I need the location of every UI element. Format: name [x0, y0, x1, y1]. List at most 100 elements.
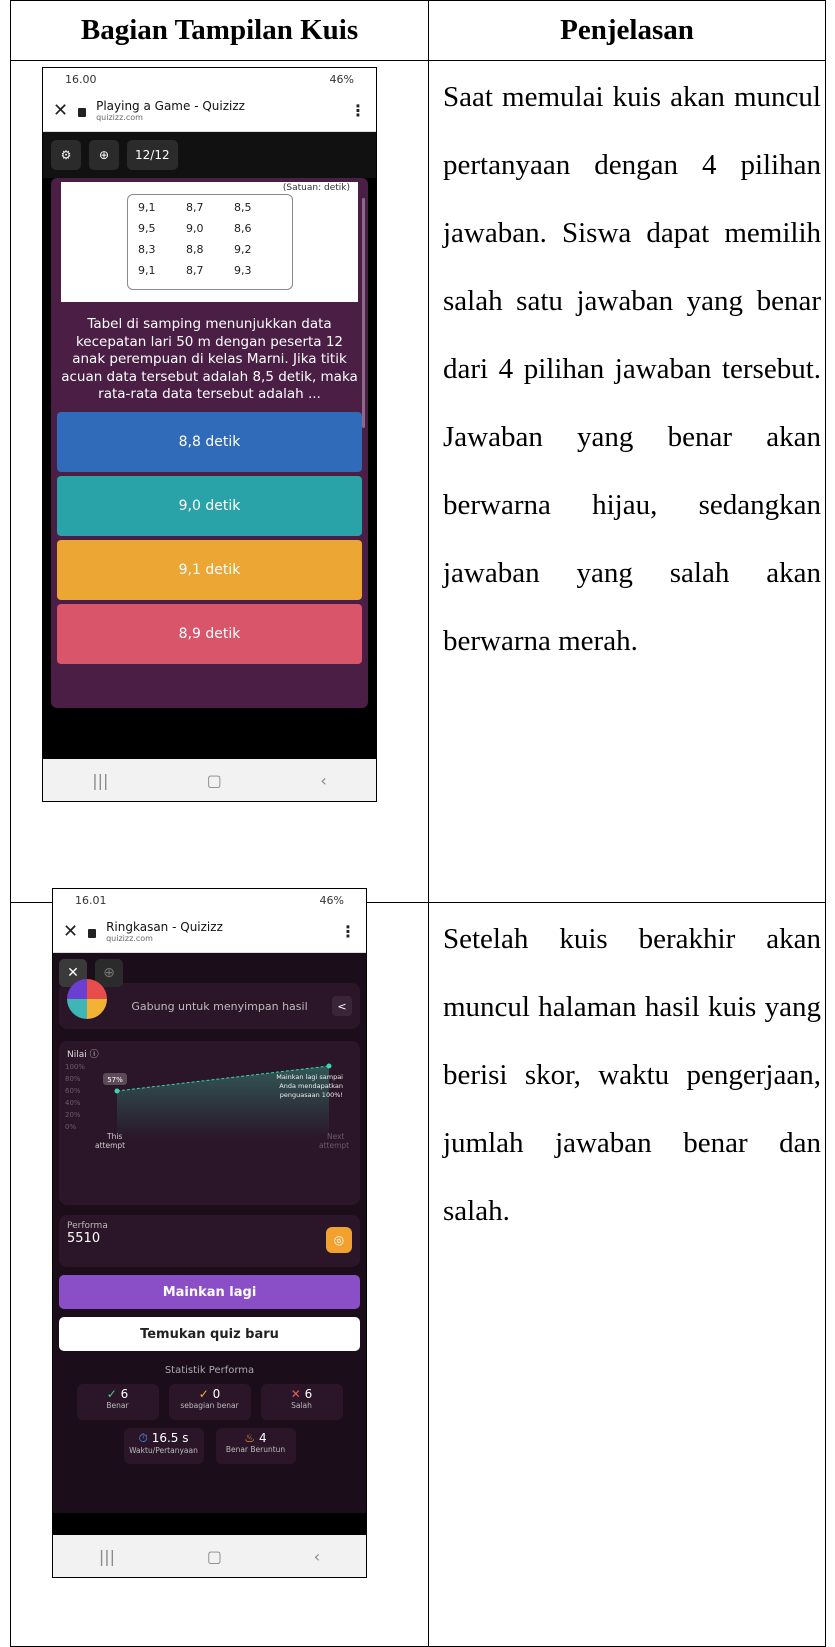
- header-left: Bagian Tampilan Kuis: [10, 0, 429, 61]
- join-text[interactable]: Gabung untuk menyimpan hasil: [117, 1000, 322, 1013]
- browser-url-bar: ✕ Playing a Game - Quizizz quizizz.com ⋮: [43, 90, 376, 132]
- question-text: Tabel di samping menunjukkan data kecepa…: [61, 316, 358, 402]
- back-icon[interactable]: ‹: [320, 771, 326, 790]
- check-icon: ✓: [198, 1387, 209, 1401]
- status-time: 16.01: [75, 893, 107, 907]
- page-url: quizizz.com: [106, 934, 153, 943]
- correct-value: 6: [120, 1387, 129, 1401]
- data-cell: 8,6: [234, 222, 252, 235]
- partial-value: 0: [212, 1387, 221, 1401]
- this-attempt-point: [114, 1088, 120, 1094]
- stat-partial: ✓ 0 sebagian benar: [168, 1384, 251, 1420]
- explanation-1: Saat memulai kuis akan muncul pertanyaan…: [443, 81, 821, 657]
- status-bar: 16.01 46%: [53, 889, 366, 911]
- flame-icon: ♨: [244, 1431, 256, 1445]
- avatar-logo: [67, 979, 107, 1019]
- data-cell: 9,0: [186, 222, 204, 235]
- data-cell: 9,5: [138, 222, 156, 235]
- data-cell: 8,3: [138, 243, 156, 256]
- y-tick: 80%: [65, 1075, 81, 1083]
- kebab-menu-icon[interactable]: ⋮: [350, 101, 366, 120]
- promo-line-2: Anda mendapatkan: [279, 1082, 343, 1090]
- find-quiz-button[interactable]: Temukan quiz baru: [59, 1317, 360, 1351]
- data-cell: 9,3: [234, 264, 252, 277]
- home-icon[interactable]: ▢: [207, 771, 222, 790]
- wrong-label: Salah: [291, 1401, 312, 1410]
- question-card: (Satuan: detik) 9,1 8,7 8,5 9,5 9,0 8,6 …: [51, 178, 368, 708]
- unit-note: (Satuan: detik): [282, 183, 350, 193]
- streak-label: Benar Beruntun: [225, 1445, 286, 1454]
- close-icon[interactable]: ✕: [53, 100, 68, 121]
- android-nav-bar: ||| ▢ ‹: [53, 1535, 366, 1577]
- data-cell: 9,1: [138, 264, 156, 277]
- y-tick: 20%: [65, 1111, 81, 1119]
- performa-label: Performa: [67, 1221, 108, 1231]
- question-counter: 12/12: [127, 140, 178, 170]
- browser-url-bar: ✕ Ringkasan - Quizizz quizizz.com ⋮: [53, 911, 366, 953]
- answer-list: 8,8 detik 9,0 detik 9,1 detik 8,9 detik: [57, 411, 362, 664]
- data-cell: 8,8: [186, 243, 204, 256]
- close-icon[interactable]: ✕: [63, 921, 78, 942]
- zoom-icon[interactable]: ⊕: [89, 140, 119, 170]
- stat-correct: ✓ 6 Benar: [76, 1384, 159, 1420]
- status-battery: 46%: [319, 893, 344, 907]
- scrollbar[interactable]: [362, 198, 365, 428]
- status-time: 16.00: [65, 72, 97, 86]
- score-chart-svg: 100% 80% 60% 40% 20% 0% 57% Mainkan lagi…: [65, 1063, 349, 1150]
- stat-time: ⏱ 16.5 s Waktu/Pertanyaan: [123, 1428, 204, 1464]
- x-label-next-attempt: attempt: [319, 1141, 349, 1150]
- wrong-value: 6: [304, 1387, 313, 1401]
- answer-option-2[interactable]: 9,0 detik: [57, 475, 362, 536]
- share-icon[interactable]: <: [332, 996, 352, 1016]
- lock-icon: [88, 928, 97, 938]
- data-table: 9,1 8,7 8,5 9,5 9,0 8,6 8,3 8,8 9,2 9,1 …: [127, 194, 293, 290]
- quiz-toolbar: ⚙ ⊕ 12/12: [43, 132, 376, 178]
- cross-icon: ✕: [290, 1387, 301, 1401]
- home-icon[interactable]: ▢: [207, 1547, 222, 1566]
- play-again-button[interactable]: Mainkan lagi: [59, 1275, 360, 1309]
- y-tick: 100%: [65, 1063, 85, 1071]
- status-battery: 46%: [329, 72, 354, 86]
- summary-body: ✕ ⊕ Gabung untuk menyimpan hasil < Nilai…: [53, 953, 366, 1513]
- kebab-menu-icon[interactable]: ⋮: [340, 922, 356, 941]
- answer-option-4[interactable]: 8,9 detik: [57, 603, 362, 664]
- answer-option-3[interactable]: 9,1 detik: [57, 539, 362, 600]
- status-bar: 16.00 46%: [43, 68, 376, 90]
- header-right: Penjelasan: [428, 0, 826, 61]
- time-label: Waktu/Pertanyaan: [129, 1446, 198, 1455]
- stats-title: Statistik Performa: [164, 1365, 255, 1376]
- data-cell: 8,5: [234, 201, 252, 214]
- performance-box: Performa 5510 ◎: [59, 1215, 360, 1267]
- stat-streak: ♨ 4 Benar Beruntun: [215, 1428, 296, 1464]
- answer-option-1[interactable]: 8,8 detik: [57, 411, 362, 472]
- lock-icon: [78, 107, 87, 117]
- x-label-next: Next: [327, 1132, 345, 1141]
- promo-line-3: penguasaan 100%!: [280, 1091, 343, 1099]
- data-cell: 8,7: [186, 264, 204, 277]
- data-cell: 9,2: [234, 243, 252, 256]
- y-tick: 40%: [65, 1099, 81, 1107]
- performa-value: 5510: [67, 1231, 101, 1246]
- correct-label: Benar: [106, 1401, 129, 1410]
- settings-gear-icon[interactable]: ⚙: [51, 140, 81, 170]
- page-url: quizizz.com: [96, 113, 143, 122]
- page-title: Ringkasan - Quizizz: [106, 920, 223, 934]
- promo-line-1: Mainkan lagi sampai: [276, 1073, 343, 1081]
- x-label-attempt: attempt: [95, 1141, 125, 1150]
- coins-icon: ◎: [326, 1227, 352, 1253]
- next-attempt-point: [326, 1063, 332, 1069]
- join-banner: Gabung untuk menyimpan hasil <: [59, 979, 360, 1029]
- back-icon[interactable]: ‹: [314, 1547, 320, 1566]
- x-label-this: This: [106, 1132, 122, 1141]
- recents-icon[interactable]: |||: [92, 771, 108, 790]
- explanation-2: Setelah kuis berakhir akan muncul halama…: [443, 923, 821, 1227]
- streak-value: 4: [258, 1431, 267, 1445]
- stats-row: ✓ 6 Benar ✓ 0 sebagian benar ✕ 6 Salah: [59, 1384, 360, 1420]
- stats-row-2: ⏱ 16.5 s Waktu/Pertanyaan ♨ 4 Benar Beru…: [59, 1428, 360, 1464]
- score-chart: Nilai ⓘ 100% 80% 60% 40% 20% 0% 57% Main…: [59, 1041, 360, 1205]
- data-cell: 9,1: [138, 201, 156, 214]
- score-badge: 57%: [107, 1076, 123, 1084]
- timer-icon: ⏱: [138, 1431, 148, 1445]
- y-tick: 60%: [65, 1087, 81, 1095]
- recents-icon[interactable]: |||: [99, 1547, 115, 1566]
